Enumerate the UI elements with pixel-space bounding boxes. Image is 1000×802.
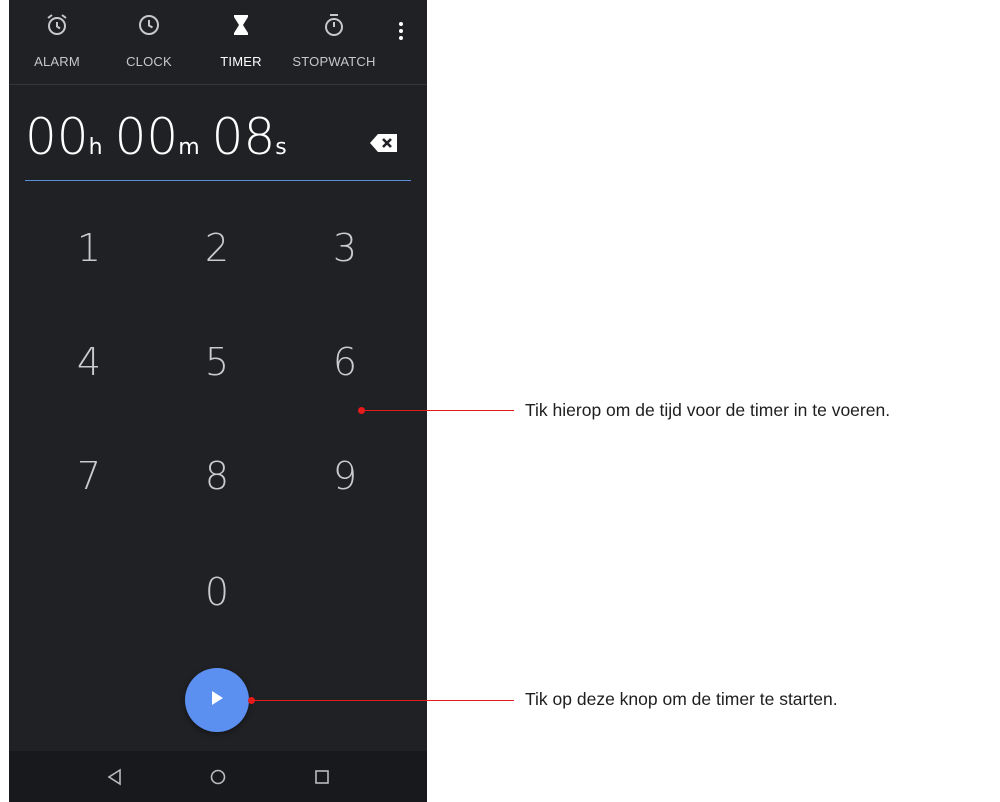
timer-app-screen: ALARM CLOCK TIMER STOPWATCH 00 h 00 m 08… xyxy=(9,0,427,802)
tab-label: TIMER xyxy=(220,54,262,69)
tab-clock[interactable]: CLOCK xyxy=(109,0,189,84)
recent-apps-icon[interactable] xyxy=(312,767,332,787)
alarm-clock-icon xyxy=(44,12,70,40)
timer-input-underline xyxy=(25,180,411,181)
minutes-value: 00 xyxy=(114,108,179,166)
hours-unit: h xyxy=(88,135,103,160)
keypad-key-1[interactable]: 1 xyxy=(49,218,129,278)
tab-label: ALARM xyxy=(34,54,80,69)
tab-bar: ALARM CLOCK TIMER STOPWATCH xyxy=(9,0,427,85)
backspace-icon[interactable] xyxy=(369,132,399,154)
back-icon[interactable] xyxy=(105,767,125,787)
hours-value: 00 xyxy=(25,108,89,166)
timer-display: 00 h 00 m 08 s xyxy=(25,108,287,178)
start-timer-button[interactable] xyxy=(185,668,249,732)
tab-label: CLOCK xyxy=(126,54,172,69)
clock-icon xyxy=(136,12,162,40)
stopwatch-icon xyxy=(321,12,347,40)
keypad-key-9[interactable]: 9 xyxy=(305,446,385,506)
keypad-key-3[interactable]: 3 xyxy=(305,218,385,278)
tab-alarm[interactable]: ALARM xyxy=(17,0,97,84)
play-icon xyxy=(210,690,224,711)
seconds-value: 08 xyxy=(211,108,276,166)
keypad-key-2[interactable]: 2 xyxy=(177,218,257,278)
tab-stopwatch[interactable]: STOPWATCH xyxy=(287,0,381,84)
more-options-icon[interactable] xyxy=(391,20,411,48)
seconds-unit: s xyxy=(275,135,287,160)
callout-text-start: Tik op deze knop om de timer te starten. xyxy=(525,689,838,709)
tab-timer[interactable]: TIMER xyxy=(201,0,281,84)
keypad-key-5[interactable]: 5 xyxy=(177,332,257,392)
tab-label: STOPWATCH xyxy=(292,54,376,69)
callout-line-start xyxy=(252,700,514,701)
minutes-unit: m xyxy=(178,135,200,160)
system-navigation-bar xyxy=(9,751,427,802)
keypad-key-4[interactable]: 4 xyxy=(49,332,129,392)
callout-line-keypad xyxy=(362,410,514,411)
hourglass-icon xyxy=(228,12,254,40)
keypad-key-0[interactable]: 0 xyxy=(177,562,257,622)
callout-text-keypad: Tik hierop om de tijd voor de timer in t… xyxy=(525,400,891,420)
keypad-key-8[interactable]: 8 xyxy=(177,446,257,506)
keypad-key-7[interactable]: 7 xyxy=(49,446,129,506)
home-icon[interactable] xyxy=(208,767,228,787)
keypad-key-6[interactable]: 6 xyxy=(305,332,385,392)
